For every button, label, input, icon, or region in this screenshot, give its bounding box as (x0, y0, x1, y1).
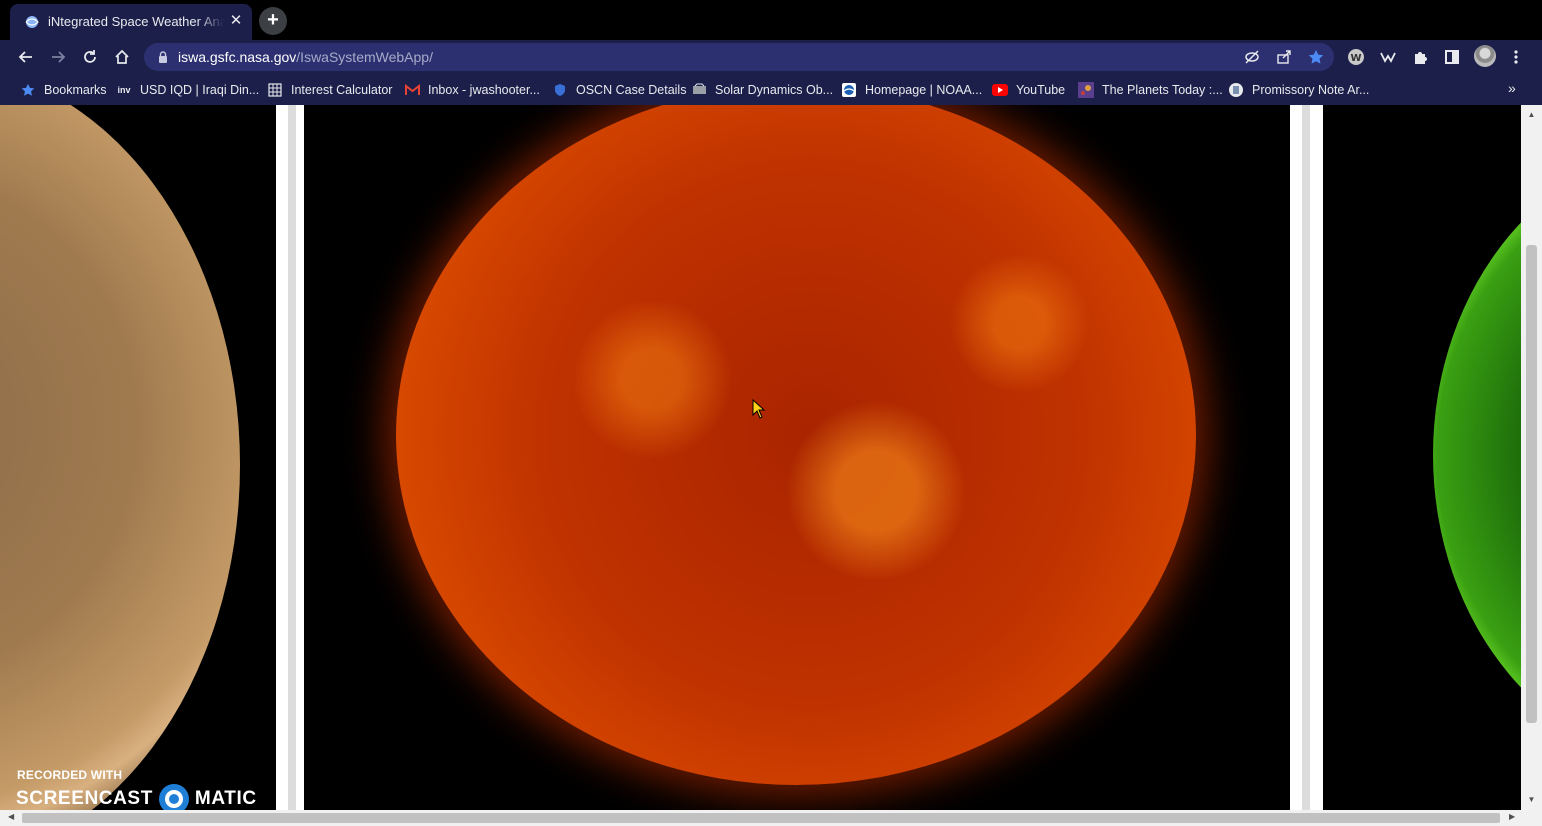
svg-text:W: W (1350, 53, 1361, 64)
planets-icon (1078, 82, 1094, 98)
gmail-icon (404, 82, 420, 98)
investing-icon: inv (117, 85, 131, 95)
horizontal-scrollbar[interactable]: ◀ ▶ (0, 810, 1542, 826)
bookmark-item-noaa[interactable]: Homepage | NOAA... (841, 81, 982, 99)
forward-arrow-icon (52, 51, 66, 63)
back-button[interactable] (14, 45, 38, 69)
watermark-recorded-with: RECORDED WITH (17, 768, 123, 782)
bookmark-star-icon[interactable] (1306, 47, 1326, 67)
url-text[interactable]: iswa.gsfc.nasa.gov/IswaSystemWebApp/ (178, 49, 433, 65)
tab-title: iNtegrated Space Weather Analysis (48, 14, 224, 29)
tracking-blocked-icon[interactable] (1242, 47, 1262, 67)
new-tab-button[interactable]: + (259, 7, 287, 35)
close-tab-icon[interactable]: ✕ (227, 12, 245, 30)
image-divider-right (1290, 105, 1323, 810)
youtube-icon (992, 82, 1008, 98)
scroll-right-arrow-icon[interactable]: ▶ (1509, 812, 1515, 821)
bookmark-item-bookmarks[interactable]: Bookmarks (20, 81, 107, 99)
star-icon (20, 82, 36, 98)
sun-disk-green (1433, 145, 1521, 765)
active-tab[interactable]: iNtegrated Space Weather Analysis ✕ (10, 4, 252, 40)
tab-strip: iNtegrated Space Weather Analysis ✕ + (0, 0, 1542, 40)
sun-image-brown[interactable] (0, 105, 276, 810)
bookmark-item-planets-today[interactable]: The Planets Today :... (1078, 81, 1223, 99)
mouse-cursor-icon (752, 399, 766, 419)
side-panel-icon[interactable] (1440, 45, 1464, 69)
bookmarks-bar: Bookmarks inv USD IQD | Iraqi Din... Int… (0, 74, 1542, 105)
document-icon (1228, 82, 1244, 98)
bookmark-item-interest-calculator[interactable]: Interest Calculator (267, 81, 392, 99)
sun-disk-red (396, 105, 1196, 785)
sun-disk-brown (0, 105, 240, 810)
share-icon[interactable] (1274, 47, 1294, 67)
menu-kebab-icon[interactable] (1504, 45, 1528, 69)
extension-w-icon[interactable]: W (1344, 45, 1368, 69)
bookmark-item-youtube[interactable]: YouTube (992, 81, 1065, 99)
calculator-icon (267, 82, 283, 98)
sdo-icon (691, 82, 707, 98)
home-icon (115, 49, 129, 64)
noaa-icon (841, 82, 857, 98)
address-bar[interactable]: iswa.gsfc.nasa.gov/IswaSystemWebApp/ (144, 43, 1334, 71)
sun-image-green[interactable] (1323, 105, 1521, 810)
oscn-icon (552, 82, 568, 98)
bookmark-item-usd-iqd[interactable]: inv USD IQD | Iraqi Din... (116, 81, 259, 99)
vertical-scroll-thumb[interactable] (1526, 245, 1537, 723)
bookmark-item-oscn[interactable]: OSCN Case Details (552, 81, 686, 99)
scroll-up-arrow-icon[interactable]: ▲ (1521, 110, 1542, 119)
home-button[interactable] (110, 45, 134, 69)
page-content (0, 105, 1521, 810)
image-divider-left (276, 105, 304, 810)
lock-icon[interactable] (156, 50, 170, 64)
browser-toolbar: iswa.gsfc.nasa.gov/IswaSystemWebApp/ W (0, 40, 1542, 74)
vertical-scrollbar[interactable]: ▲ ▼ (1521, 105, 1542, 810)
horizontal-scroll-thumb[interactable] (22, 813, 1500, 823)
bookmark-item-inbox[interactable]: Inbox - jwashooter... (404, 81, 540, 99)
bookmarks-overflow-chevron-icon[interactable]: » (1508, 80, 1516, 96)
iswa-favicon-icon (25, 16, 39, 28)
extension-wings-icon[interactable] (1376, 45, 1400, 69)
sun-image-red[interactable] (304, 105, 1290, 810)
scroll-left-arrow-icon[interactable]: ◀ (8, 812, 14, 821)
extensions-puzzle-icon[interactable] (1408, 45, 1432, 69)
reload-icon (84, 50, 96, 63)
profile-avatar[interactable] (1474, 45, 1496, 67)
bookmark-item-promissory-note[interactable]: Promissory Note Ar... (1228, 81, 1369, 99)
back-arrow-icon (18, 51, 32, 63)
forward-button[interactable] (46, 45, 70, 69)
reload-button[interactable] (78, 45, 102, 69)
bookmark-item-solar-dynamics[interactable]: Solar Dynamics Ob... (691, 81, 833, 99)
scroll-down-arrow-icon[interactable]: ▼ (1521, 795, 1542, 804)
